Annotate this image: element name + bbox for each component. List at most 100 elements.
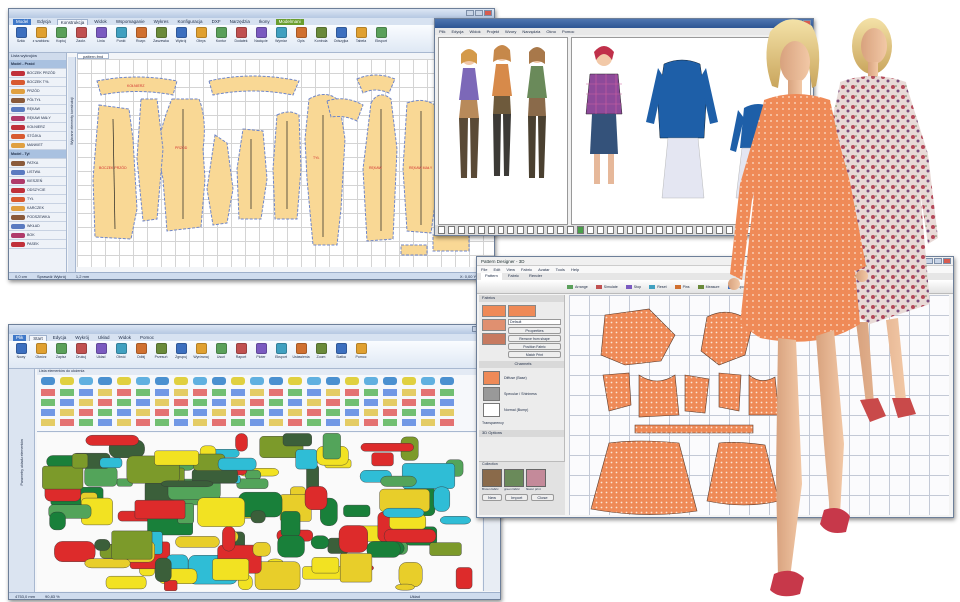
tab-tools[interactable]: Narzędzia bbox=[227, 19, 253, 25]
list-item[interactable]: KOŁNIERZ bbox=[9, 123, 66, 132]
menu-tools[interactable]: Narzędzia bbox=[522, 29, 540, 34]
tab-config[interactable]: Konfiguracja bbox=[175, 19, 206, 25]
thumbnail[interactable] bbox=[566, 226, 574, 234]
tab-piece[interactable]: Wykrój bbox=[72, 335, 92, 341]
match-print-button[interactable]: Match Print bbox=[508, 351, 561, 358]
ribbon-button[interactable]: Ploter bbox=[252, 343, 270, 366]
tab-file[interactable]: Plik bbox=[13, 335, 27, 341]
close-button[interactable]: Close bbox=[531, 494, 554, 501]
side-piece[interactable] bbox=[602, 372, 632, 412]
toolbar-button[interactable]: Stop bbox=[625, 284, 641, 289]
list-item[interactable]: BOCZEK PRZÓD bbox=[9, 69, 66, 78]
properties-button[interactable]: Properties bbox=[508, 327, 561, 334]
marker-piece[interactable] bbox=[338, 525, 368, 553]
list-item[interactable]: KARCZEK bbox=[9, 204, 66, 213]
menu-avatar[interactable]: Avatar bbox=[538, 267, 550, 272]
thumbnail[interactable] bbox=[447, 226, 455, 234]
marker-piece[interactable] bbox=[111, 530, 153, 560]
ribbon-button[interactable]: Punkt bbox=[112, 27, 130, 50]
list-item[interactable]: PÓŁTYŁ bbox=[9, 96, 66, 105]
position-fabric-button[interactable]: Position Fabric bbox=[508, 343, 561, 350]
ribbon-button[interactable]: Raport bbox=[232, 343, 250, 366]
list-item[interactable]: RĘKAW MAŁY bbox=[9, 114, 66, 123]
ribbon-button[interactable]: Odszyjka bbox=[332, 27, 350, 50]
marker-piece[interactable] bbox=[383, 529, 437, 543]
maximize-icon[interactable] bbox=[475, 10, 483, 16]
menu-project[interactable]: Projekt bbox=[487, 29, 499, 34]
tab-pattern[interactable]: Pattern bbox=[481, 273, 502, 280]
marker-piece[interactable] bbox=[398, 562, 423, 587]
marker-piece[interactable] bbox=[322, 433, 341, 460]
piece-thumbnail[interactable] bbox=[155, 377, 169, 385]
marker-piece[interactable] bbox=[304, 486, 328, 510]
tab-view[interactable]: Widok bbox=[116, 335, 135, 341]
ribbon-button[interactable]: Zaokr. bbox=[72, 27, 90, 50]
ribbon-button[interactable]: Zoom bbox=[312, 343, 330, 366]
stand-collar-piece[interactable] bbox=[208, 75, 300, 96]
marker-piece[interactable] bbox=[282, 433, 312, 447]
piece-thumbnail[interactable] bbox=[326, 377, 340, 385]
menu-edit[interactable]: Edycja bbox=[451, 29, 463, 34]
ribbon-button[interactable]: Zaszewka bbox=[152, 27, 170, 50]
marker-piece[interactable] bbox=[252, 542, 271, 557]
piece-thumbnail[interactable] bbox=[250, 377, 264, 385]
piece-thumbnails[interactable] bbox=[37, 375, 482, 432]
toolbar-button[interactable]: Simulate bbox=[595, 284, 618, 289]
ribbon-button[interactable]: Kopiuj bbox=[52, 27, 70, 50]
ribbon-button[interactable]: Eksport bbox=[272, 343, 290, 366]
piece-thumbnail[interactable] bbox=[136, 377, 150, 385]
piece-thumbnail[interactable] bbox=[60, 377, 74, 385]
menu-patterns[interactable]: Wzory bbox=[505, 29, 516, 34]
ribbon-button[interactable]: Wymiar bbox=[272, 27, 290, 50]
marker-piece[interactable] bbox=[154, 557, 172, 582]
marker-piece[interactable] bbox=[94, 539, 111, 551]
marker-piece[interactable] bbox=[222, 526, 236, 552]
close-icon[interactable] bbox=[484, 10, 492, 16]
ribbon-button[interactable]: Obróć bbox=[112, 343, 130, 366]
marker-piece[interactable] bbox=[71, 453, 89, 469]
marker-piece[interactable] bbox=[340, 553, 373, 583]
marker-piece[interactable] bbox=[212, 558, 249, 581]
thumbnail[interactable] bbox=[507, 226, 515, 234]
belt-piece[interactable] bbox=[400, 244, 428, 256]
thumbnail[interactable] bbox=[636, 226, 644, 234]
menu-help[interactable]: Help bbox=[571, 267, 579, 272]
ribbon-button[interactable]: Ustawienia bbox=[292, 343, 310, 366]
list-item[interactable]: PODSZEWKA bbox=[9, 213, 66, 222]
marker-piece[interactable] bbox=[154, 450, 199, 466]
thumbnail[interactable] bbox=[606, 226, 614, 234]
thumbnail[interactable] bbox=[547, 226, 555, 234]
thumbnail[interactable] bbox=[576, 226, 584, 234]
list-item[interactable]: STÓJKA bbox=[9, 132, 66, 141]
piece-thumbnail[interactable] bbox=[117, 377, 131, 385]
marker-piece[interactable] bbox=[175, 536, 220, 548]
menu-fabric[interactable]: Fabric bbox=[521, 267, 532, 272]
thumbnail[interactable] bbox=[477, 226, 485, 234]
ribbon-button[interactable]: Rozpr. bbox=[132, 27, 150, 50]
thumbnail[interactable] bbox=[666, 226, 674, 234]
fabric-swatch[interactable] bbox=[482, 319, 506, 331]
marker-piece[interactable] bbox=[360, 443, 414, 452]
list-item[interactable]: PASEK bbox=[9, 240, 66, 249]
marker-piece[interactable] bbox=[236, 478, 269, 489]
fabric-swatch[interactable] bbox=[482, 333, 506, 345]
piece-thumbnail[interactable] bbox=[193, 377, 207, 385]
ribbon-button[interactable]: Przesuń bbox=[152, 343, 170, 366]
ribbon-button[interactable]: Opis bbox=[292, 27, 310, 50]
ribbon-button[interactable]: Szkic bbox=[12, 27, 30, 50]
tab-help[interactable]: Pomoc bbox=[137, 335, 157, 341]
ribbon-button[interactable]: Układ bbox=[92, 343, 110, 366]
thumbnail[interactable] bbox=[586, 226, 594, 234]
list-item[interactable]: RĘKAW bbox=[9, 105, 66, 114]
piece-thumbnail[interactable] bbox=[231, 377, 245, 385]
pattern-canvas[interactable]: PRZÓD BOCZEK PRZÓD TYŁ RĘKAW RĘKAW MAŁY … bbox=[77, 59, 494, 267]
marker-piece[interactable] bbox=[160, 480, 214, 487]
marker-piece[interactable] bbox=[371, 452, 394, 467]
thumbnail[interactable] bbox=[467, 226, 475, 234]
toolbar-button[interactable]: Reset bbox=[649, 284, 667, 289]
ribbon-button[interactable]: Linia bbox=[92, 27, 110, 50]
back-piece[interactable] bbox=[304, 94, 346, 246]
panel-tab[interactable]: Lista wykrojów bbox=[9, 53, 66, 60]
thumbnail[interactable] bbox=[676, 226, 684, 234]
marker-piece[interactable] bbox=[99, 457, 123, 468]
